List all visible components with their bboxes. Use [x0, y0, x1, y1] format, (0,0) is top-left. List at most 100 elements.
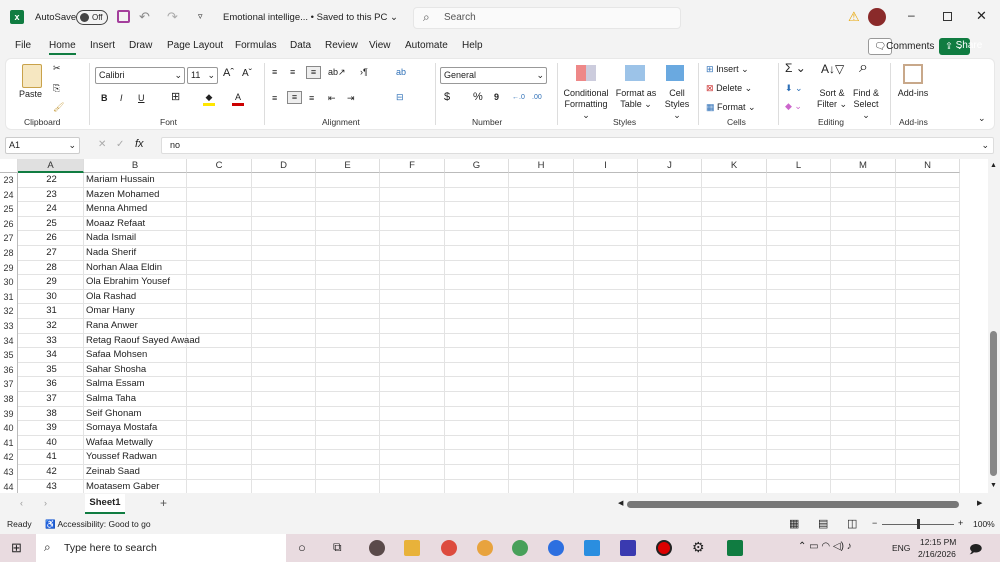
cell[interactable]	[831, 479, 896, 493]
cell[interactable]	[316, 348, 380, 363]
cell[interactable]: Zeinab Saad	[84, 465, 187, 480]
cut-icon[interactable]: ✂	[53, 63, 61, 74]
cell[interactable]	[252, 173, 316, 188]
restore-icon[interactable]	[943, 12, 952, 21]
tab-file[interactable]: File	[15, 40, 31, 51]
cell[interactable]	[702, 289, 767, 305]
cell[interactable]	[316, 231, 380, 246]
cell[interactable]	[187, 173, 252, 188]
accessibility-status[interactable]: ♿ Accessibility: Good to go	[45, 519, 151, 530]
cell[interactable]	[638, 377, 702, 392]
top-align-icon[interactable]: ≡	[272, 67, 277, 78]
cell[interactable]: 40	[18, 435, 84, 451]
cell[interactable]: 36	[18, 377, 84, 392]
increase-decimal-icon[interactable]: ←.0	[512, 92, 525, 103]
cell[interactable]	[252, 246, 316, 261]
cell[interactable]	[702, 465, 767, 480]
cell[interactable]	[638, 479, 702, 493]
decrease-indent-icon[interactable]: ⇤	[328, 93, 336, 104]
cell[interactable]	[380, 392, 445, 407]
cell[interactable]: Sahar Shosha	[84, 362, 187, 378]
row-header[interactable]: 37	[0, 377, 18, 392]
cell[interactable]	[638, 406, 702, 422]
cell[interactable]	[767, 450, 831, 465]
row-header[interactable]: 30	[0, 275, 18, 290]
cell[interactable]	[187, 435, 252, 451]
cell[interactable]	[574, 450, 638, 465]
cell[interactable]: Ola Ebrahim Yousef	[84, 275, 187, 290]
cell[interactable]	[574, 202, 638, 217]
cell[interactable]: Salma Taha	[84, 392, 187, 407]
cell[interactable]	[252, 362, 316, 378]
cell[interactable]	[638, 173, 702, 188]
cell[interactable]	[187, 231, 252, 246]
sort-filter-button[interactable]: Sort & Filter ⌄	[816, 88, 848, 110]
cortana-icon[interactable]: ○	[298, 540, 306, 555]
cell[interactable]	[509, 304, 574, 319]
cell[interactable]	[831, 231, 896, 246]
scroll-up-icon[interactable]: ▲	[990, 162, 997, 169]
cell[interactable]	[702, 479, 767, 493]
cell[interactable]	[316, 479, 380, 493]
column-header-k[interactable]: K	[702, 159, 767, 173]
sort-filter-icon[interactable]: A↓▽	[821, 63, 844, 75]
cell[interactable]	[187, 246, 252, 261]
decrease-font-icon[interactable]: Aˇ	[242, 68, 252, 79]
scroll-right-icon[interactable]: ▶	[977, 499, 982, 507]
cell[interactable]	[187, 319, 252, 334]
cell[interactable]	[574, 421, 638, 436]
cell[interactable]	[316, 421, 380, 436]
row-header[interactable]: 34	[0, 333, 18, 349]
underline-button[interactable]: U	[138, 93, 145, 104]
cell[interactable]	[509, 260, 574, 276]
row-header[interactable]: 39	[0, 406, 18, 422]
formula-input[interactable]: no ⌄	[161, 137, 994, 154]
cell[interactable]	[831, 450, 896, 465]
cell[interactable]	[638, 319, 702, 334]
cell[interactable]	[380, 289, 445, 305]
column-header-m[interactable]: M	[831, 159, 896, 173]
wrap-text-icon[interactable]: ab	[396, 67, 406, 78]
cell[interactable]	[702, 333, 767, 349]
cell[interactable]	[574, 231, 638, 246]
cell[interactable]: 43	[18, 479, 84, 493]
tab-view[interactable]: View	[369, 40, 391, 51]
cell[interactable]	[638, 231, 702, 246]
delete-cells-button[interactable]: ⊠ Delete ⌄	[706, 83, 752, 94]
tab-page-layout[interactable]: Page Layout	[167, 40, 223, 51]
clock-date[interactable]: 2/16/2026	[918, 549, 956, 559]
cell[interactable]	[896, 421, 960, 436]
select-all-corner[interactable]	[0, 159, 18, 173]
cell[interactable]	[509, 435, 574, 451]
cell[interactable]	[574, 465, 638, 480]
share-button[interactable]: ⇪ Share ⌄	[939, 38, 982, 55]
cell[interactable]	[702, 421, 767, 436]
cell[interactable]	[702, 173, 767, 188]
cell[interactable]	[252, 231, 316, 246]
page-layout-view-icon[interactable]: ▤	[818, 517, 828, 530]
increase-font-icon[interactable]: Aˆ	[223, 68, 234, 79]
cell[interactable]	[187, 362, 252, 378]
clear-icon[interactable]: ◆ ⌄	[785, 101, 802, 112]
cell[interactable]: Safaa Mohsen	[84, 348, 187, 363]
cell[interactable]	[896, 260, 960, 276]
paste-button[interactable]: Paste	[19, 89, 42, 100]
tab-automate[interactable]: Automate	[405, 40, 448, 51]
cell[interactable]	[187, 260, 252, 276]
cell[interactable]	[316, 304, 380, 319]
cell[interactable]: 30	[18, 289, 84, 305]
borders-icon[interactable]: ⊞	[171, 92, 180, 103]
cell[interactable]	[831, 333, 896, 349]
cell[interactable]	[831, 275, 896, 290]
row-header[interactable]: 26	[0, 216, 18, 232]
cell-styles-icon[interactable]	[666, 65, 684, 81]
cell[interactable]	[638, 187, 702, 203]
cell[interactable]	[638, 275, 702, 290]
cell[interactable]: Nada Sherif	[84, 246, 187, 261]
cell[interactable]	[638, 435, 702, 451]
name-box[interactable]: A1 ⌄	[5, 137, 80, 154]
avatar[interactable]	[868, 8, 886, 26]
fill-color-icon[interactable]: ◆	[203, 92, 215, 106]
cell[interactable]	[445, 362, 509, 378]
cell[interactable]	[896, 435, 960, 451]
